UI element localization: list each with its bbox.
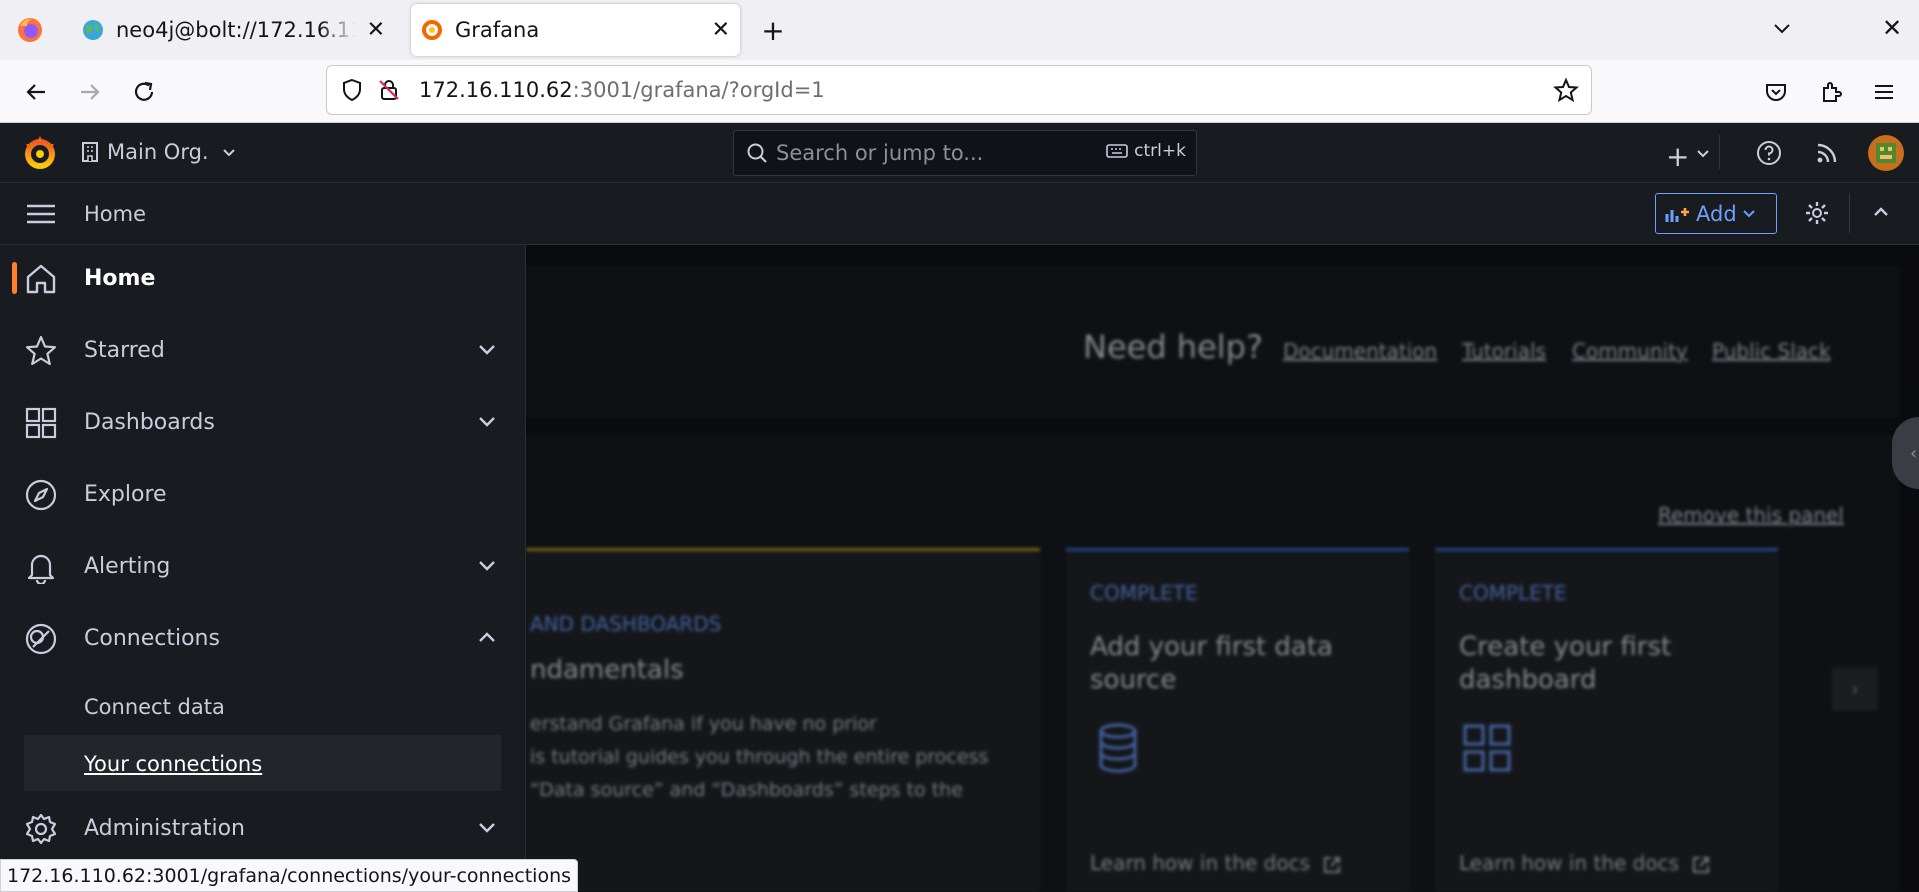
grafana-logo-icon (421, 19, 443, 41)
back-button[interactable] (20, 76, 52, 108)
search-input[interactable]: Search or jump to... ctrl+k (733, 130, 1197, 176)
star-icon (24, 334, 58, 368)
menu-item-connections[interactable]: Connections (0, 610, 526, 666)
search-placeholder: Search or jump to... (776, 141, 984, 165)
chevron-down-icon (1742, 209, 1755, 218)
compass-icon (24, 478, 58, 512)
menu-item-label: Starred (84, 337, 165, 363)
chevron-down-icon[interactable] (1697, 150, 1709, 158)
chevron-up-icon[interactable] (476, 628, 498, 648)
menu-item-label: Dashboards (84, 409, 215, 435)
reload-button[interactable] (128, 76, 160, 108)
rss-news-icon[interactable] (1815, 141, 1839, 165)
browser-tab-bar: neo4j@bolt://172.16.110.62:7687 ✕ Grafan… (0, 0, 1919, 60)
shield-icon[interactable] (340, 78, 364, 102)
divider (1719, 135, 1720, 169)
url-text: 172.16.110.62:3001/grafana/?orgId=1 (419, 78, 825, 102)
add-button[interactable]: Add (1655, 193, 1777, 234)
avatar[interactable] (1868, 135, 1904, 171)
cog-icon (24, 812, 58, 846)
tab-close-icon[interactable]: ✕ (712, 18, 730, 43)
window-close-icon[interactable]: ✕ (1882, 14, 1902, 42)
add-button-label: Add (1696, 201, 1737, 226)
hamburger-menu-icon[interactable] (1868, 76, 1900, 108)
tab-title: neo4j@bolt://172.16.110.62:7687 (116, 18, 356, 42)
home-icon (24, 262, 58, 296)
chevron-down-icon[interactable] (476, 818, 498, 838)
menu-item-alerting[interactable]: Alerting (0, 538, 526, 594)
new-tab-button[interactable]: + (755, 12, 791, 48)
new-plus-button[interactable]: + (1666, 140, 1689, 173)
keyboard-icon (1106, 143, 1128, 159)
menu-item-home[interactable]: Home (0, 250, 526, 306)
tab-neo4j[interactable]: neo4j@bolt://172.16.110.62:7687 ✕ (70, 0, 395, 60)
neo4j-globe-icon (82, 19, 104, 41)
menu-subitem-your-connections[interactable]: Your connections (84, 752, 262, 776)
url-host: 172.16.110.62 (419, 78, 573, 102)
tab-close-icon[interactable]: ✕ (367, 18, 385, 43)
org-switcher[interactable]: Main Org. (107, 140, 209, 164)
tab-title: Grafana (455, 18, 540, 42)
search-shortcut: ctrl+k (1106, 141, 1186, 161)
menu-toggle-icon[interactable] (24, 199, 58, 229)
insecure-lock-icon[interactable] (377, 78, 401, 102)
menu-item-starred[interactable]: Starred (0, 322, 526, 378)
grafana-breadcrumb-bar: Home (0, 183, 1919, 245)
shortcut-label: ctrl+k (1134, 141, 1186, 161)
menu-item-dashboards[interactable]: Dashboards (0, 394, 526, 450)
firefox-menu-icon[interactable] (16, 16, 44, 44)
menu-item-label: Home (84, 265, 156, 291)
link-status-bar: 172.16.110.62:3001/grafana/connections/y… (0, 859, 579, 892)
connections-icon (24, 622, 58, 656)
mega-menu: Home Starred Dashboards Explore Alerting (0, 245, 526, 892)
bookmark-star-icon[interactable] (1553, 77, 1579, 103)
add-panel-icon (1664, 204, 1692, 224)
url-path: :3001/grafana/?orgId=1 (572, 78, 825, 102)
building-icon (80, 141, 100, 163)
forward-button[interactable] (74, 76, 106, 108)
menu-item-label: Explore (84, 481, 167, 507)
dashboard-settings-cog-icon[interactable] (1804, 200, 1830, 226)
chevron-down-icon[interactable] (222, 148, 236, 158)
breadcrumb[interactable]: Home (84, 202, 146, 226)
bell-icon (24, 550, 58, 584)
menu-item-label: Administration (84, 815, 245, 841)
chevron-up-icon[interactable] (1872, 205, 1890, 219)
grafana-logo-icon[interactable] (21, 134, 59, 172)
menu-item-label: Alerting (84, 553, 171, 579)
list-all-tabs-icon[interactable] (1768, 14, 1796, 42)
chevron-down-icon[interactable] (476, 556, 498, 576)
pocket-icon[interactable] (1760, 76, 1792, 108)
menu-item-label: Connections (84, 625, 220, 651)
extensions-icon[interactable] (1815, 76, 1847, 108)
menu-item-administration[interactable]: Administration (0, 800, 526, 856)
url-bar[interactable]: 172.16.110.62:3001/grafana/?orgId=1 (326, 65, 1592, 115)
menu-item-explore[interactable]: Explore (0, 466, 526, 522)
apps-icon (24, 406, 58, 440)
chevron-down-icon[interactable] (476, 340, 498, 360)
search-icon (746, 142, 768, 164)
help-icon[interactable] (1756, 140, 1782, 166)
divider (1849, 193, 1850, 233)
tab-grafana[interactable]: Grafana ✕ (411, 4, 740, 56)
chevron-down-icon[interactable] (476, 412, 498, 432)
menu-subitem-connect-data[interactable]: Connect data (84, 695, 225, 719)
